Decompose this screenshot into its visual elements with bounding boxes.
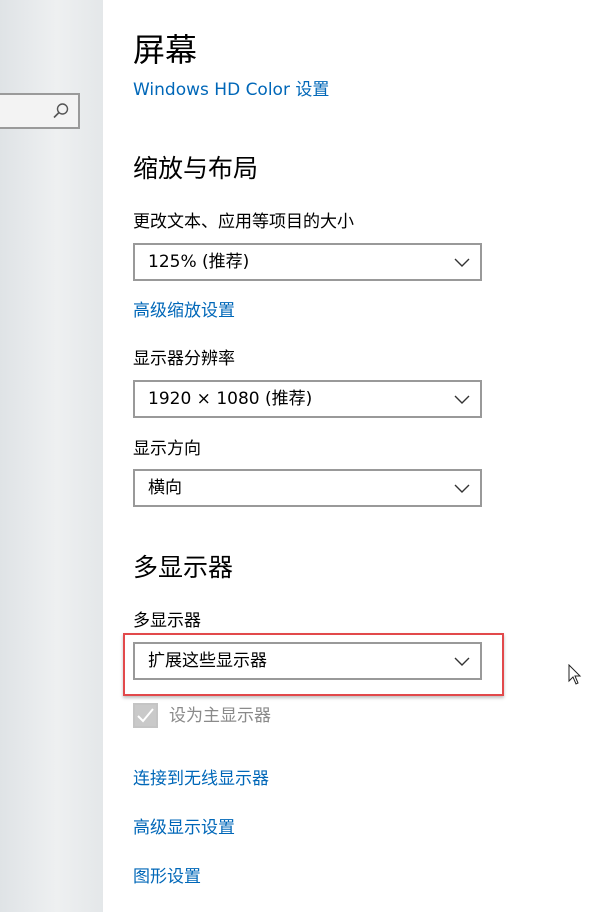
resolution-value: 1920 × 1080 (推荐) <box>148 389 313 409</box>
search-icon[interactable] <box>52 102 70 120</box>
orientation-label: 显示方向 <box>133 439 201 459</box>
advanced-display-settings-link[interactable]: 高级显示设置 <box>133 816 235 840</box>
display-settings-pane: 屏幕 Windows HD Color 设置 缩放与布局 更改文本、应用等项目的… <box>103 0 616 912</box>
hd-color-settings-link[interactable]: Windows HD Color 设置 <box>133 78 329 102</box>
multiple-displays-dropdown[interactable]: 扩展这些显示器 <box>133 642 482 680</box>
connect-wireless-display-link[interactable]: 连接到无线显示器 <box>133 767 269 791</box>
chevron-down-icon <box>454 258 470 267</box>
chevron-down-icon <box>454 395 470 404</box>
settings-sidebar <box>0 0 103 912</box>
text-size-value: 125% (推荐) <box>148 252 250 272</box>
multiple-displays-heading: 多显示器 <box>133 553 234 582</box>
text-size-dropdown[interactable]: 125% (推荐) <box>133 243 482 281</box>
mouse-cursor-icon <box>568 664 582 685</box>
orientation-dropdown[interactable]: 横向 <box>133 469 482 507</box>
make-main-display-checkbox[interactable] <box>133 703 158 728</box>
multiple-displays-value: 扩展这些显示器 <box>148 651 267 671</box>
resolution-dropdown[interactable]: 1920 × 1080 (推荐) <box>133 380 482 418</box>
advanced-scaling-link[interactable]: 高级缩放设置 <box>133 299 235 323</box>
multiple-displays-label: 多显示器 <box>133 611 201 631</box>
scale-layout-heading: 缩放与布局 <box>133 154 259 183</box>
text-size-label: 更改文本、应用等项目的大小 <box>133 212 354 232</box>
resolution-label: 显示器分辨率 <box>133 349 235 369</box>
graphics-settings-link[interactable]: 图形设置 <box>133 865 201 889</box>
page-title: 屏幕 <box>133 31 198 69</box>
chevron-down-icon <box>454 484 470 493</box>
search-input[interactable] <box>0 93 80 129</box>
make-main-display-label: 设为主显示器 <box>169 706 271 726</box>
chevron-down-icon <box>454 657 470 666</box>
orientation-value: 横向 <box>148 478 182 498</box>
checkmark-icon <box>137 708 154 723</box>
